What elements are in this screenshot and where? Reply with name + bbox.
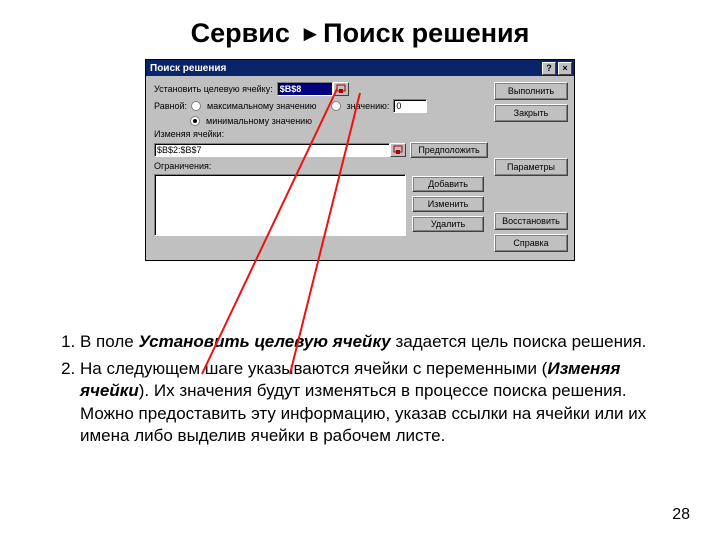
run-button[interactable]: Выполнить (494, 82, 568, 100)
add-button[interactable]: Добавить (412, 176, 484, 192)
emphasis: Установить целевую ячейку (138, 332, 390, 351)
list-item: В поле Установить целевую ячейку задаетс… (80, 331, 682, 354)
list-item: На следующем шаге указываются ячейки с п… (80, 358, 682, 448)
close-icon[interactable]: × (558, 62, 572, 75)
equal-label: Равной: (154, 101, 187, 111)
radio-min-label: минимальному значению (206, 116, 312, 126)
constraints-label: Ограничения: (154, 161, 211, 171)
reset-button[interactable]: Восстановить (494, 212, 568, 230)
dialog-titlebar: Поиск решения ? × (146, 60, 574, 76)
radio-min[interactable] (190, 116, 200, 126)
target-cell-label: Установить целевую ячейку: (154, 84, 273, 94)
help-button[interactable]: Справка (494, 234, 568, 252)
screenshot: Поиск решения ? × Установить целевую яче… (145, 59, 575, 261)
page-title: Сервис ►Поиск решения (38, 18, 682, 49)
params-button[interactable]: Параметры (494, 158, 568, 176)
radio-max-label: максимальному значению (207, 101, 317, 111)
change-button[interactable]: Изменить (412, 196, 484, 212)
delete-button[interactable]: Удалить (412, 216, 484, 232)
dialog-caption: Поиск решения (150, 63, 226, 74)
value-input[interactable]: 0 (393, 99, 427, 113)
title-right: Поиск решения (323, 18, 529, 48)
page-number: 28 (672, 506, 690, 524)
instruction-list: В поле Установить целевую ячейку задаетс… (38, 331, 682, 448)
target-cell-input[interactable]: $B$8 (277, 82, 333, 96)
guess-button[interactable]: Предположить (410, 142, 488, 158)
radio-max[interactable] (191, 101, 201, 111)
changing-cells-input[interactable]: $B$2:$B$7 (154, 143, 390, 157)
help-icon[interactable]: ? (542, 62, 556, 75)
range-picker-icon[interactable] (333, 82, 349, 96)
solver-dialog: Поиск решения ? × Установить целевую яче… (145, 59, 575, 261)
changing-cells-label: Изменяя ячейки: (154, 129, 224, 139)
radio-value-label: значению: (347, 101, 390, 111)
range-picker-icon[interactable] (390, 143, 406, 157)
arrow-icon: ► (299, 21, 321, 47)
radio-value[interactable] (331, 101, 341, 111)
title-left: Сервис (191, 18, 290, 48)
constraints-listbox[interactable] (154, 174, 406, 236)
close-button[interactable]: Закрыть (494, 104, 568, 122)
